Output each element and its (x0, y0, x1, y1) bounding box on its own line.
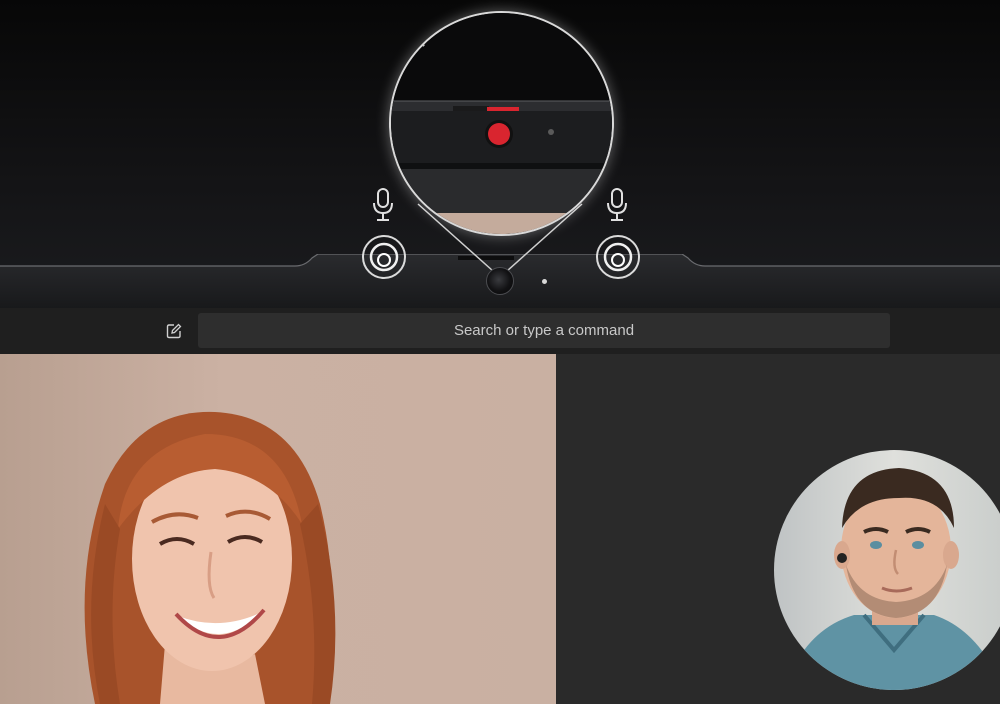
camera-led (542, 279, 547, 284)
compose-icon (166, 323, 182, 339)
microphone-port-indicator (362, 235, 406, 279)
app-toolbar: Search or type a command (0, 308, 1000, 354)
microphone-icon (373, 188, 393, 221)
search-input[interactable]: Search or type a command (198, 313, 890, 348)
webcam-zoom-callout (389, 11, 614, 236)
microphone-icon (607, 188, 627, 221)
compose-button[interactable] (163, 320, 185, 342)
participant-thumbnail (774, 450, 1000, 690)
participant-portrait-woman (84, 411, 336, 704)
privacy-shutter (488, 123, 510, 145)
monitor-bezel (0, 0, 1000, 308)
participant-portrait-man (784, 468, 1000, 690)
microphone-port-indicator (596, 235, 640, 279)
webcam-lens (486, 267, 514, 295)
video-feed-secondary (556, 354, 1000, 704)
eye-slash-icon (392, 15, 430, 47)
video-feed-main (0, 354, 556, 704)
